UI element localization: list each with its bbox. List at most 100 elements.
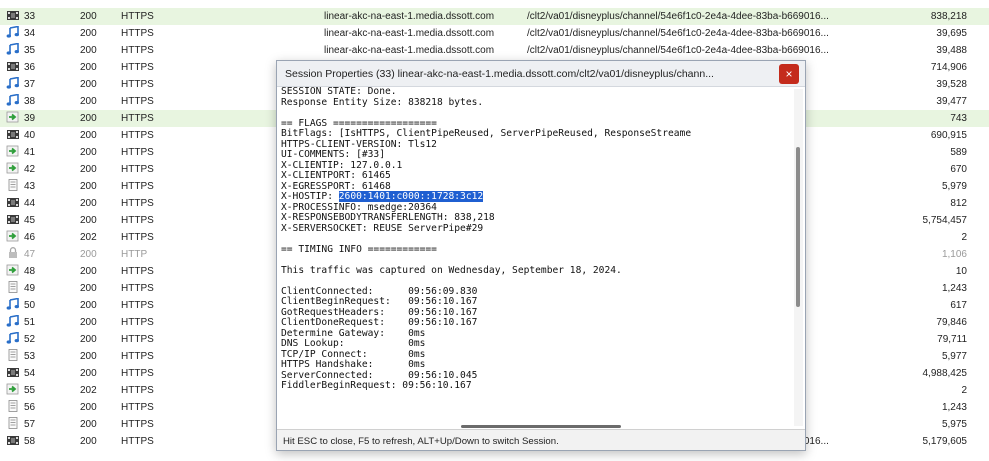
session-result: 200 [80, 368, 97, 379]
doc-icon [6, 399, 24, 416]
session-protocol: HTTPS [121, 147, 154, 158]
properties-line: == TIMING INFO ============ [281, 244, 786, 256]
session-result: 202 [80, 385, 97, 396]
arrow-icon [6, 263, 24, 280]
session-result: 200 [80, 436, 97, 447]
properties-line-text: GotRequestHeaders: 09:56:10.167 [281, 306, 478, 318]
properties-text-area[interactable]: SESSION STATE: Done. Response Entity Size… [277, 87, 805, 430]
doc-icon [6, 348, 24, 365]
session-protocol: HTTPS [121, 130, 154, 141]
properties-line-text: X-EGRESSPORT: 61468 [281, 180, 391, 192]
session-result: 200 [80, 266, 97, 277]
lock-icon [6, 246, 24, 263]
session-number: 49 [24, 283, 36, 294]
properties-line-text: SESSION STATE: Done. [281, 87, 397, 97]
session-result: 200 [80, 249, 97, 260]
session-protocol: HTTPS [121, 198, 154, 209]
session-body-size: 1,243 [941, 402, 967, 413]
session-number: 48 [24, 266, 36, 277]
horizontal-scroll-thumb[interactable] [461, 425, 621, 428]
dialog-title-bar[interactable]: Session Properties (33) linear-akc-na-ea… [277, 61, 805, 87]
properties-line-text: ClientDoneRequest: 09:56:10.167 [281, 317, 478, 328]
session-host: linear-akc-na-east-1.media.dssott.com [324, 45, 495, 56]
properties-line-text: X-CLIENTPORT: 61465 [281, 170, 391, 181]
session-body-size: 617 [950, 300, 967, 311]
properties-line-text: HTTPS-CLIENT-VERSION: Tls12 [281, 138, 437, 150]
doc-icon [6, 416, 24, 433]
audio-icon [6, 297, 24, 314]
session-number: 47 [24, 249, 36, 260]
session-result: 200 [80, 402, 97, 413]
session-row[interactable]: 34 200 HTTPS linear-akc-na-east-1.media.dss… [0, 25, 989, 42]
arrow-icon [6, 161, 24, 178]
session-number: 36 [24, 62, 36, 73]
session-body-size: 10 [955, 266, 967, 277]
video-icon [6, 59, 24, 76]
session-body-size: 743 [950, 113, 967, 124]
session-result: 200 [80, 215, 97, 226]
session-result: 200 [80, 96, 97, 107]
session-protocol: HTTPS [121, 232, 154, 243]
session-host: linear-akc-na-east-1.media.dssott.com [324, 28, 495, 39]
audio-icon [6, 331, 24, 348]
properties-line-text: DNS Lookup: 0ms [281, 338, 426, 349]
session-body-size: 2 [961, 385, 967, 396]
properties-line: This traffic was captured on Wednesday, … [281, 265, 786, 277]
session-protocol: HTTPS [121, 28, 154, 39]
session-number: 35 [24, 45, 36, 56]
audio-icon [6, 76, 24, 93]
close-icon: × [785, 67, 793, 81]
session-body-size: 589 [950, 147, 967, 158]
session-body-size: 5,979 [941, 181, 967, 192]
session-host: linear-akc-na-east-1.media.dssott.com [324, 11, 495, 22]
session-number: 44 [24, 198, 36, 209]
scroll-thumb[interactable] [796, 147, 800, 307]
session-result: 200 [80, 419, 97, 430]
arrow-icon [6, 110, 24, 127]
session-result: 200 [80, 130, 97, 141]
properties-line: X-SERVERSOCKET: REUSE ServerPipe#29 [281, 222, 786, 235]
dialog-status-text: Hit ESC to close, F5 to refresh, ALT+Up/… [283, 436, 559, 447]
session-protocol: HTTPS [121, 181, 154, 192]
session-number: 55 [24, 385, 36, 396]
session-protocol: HTTPS [121, 317, 154, 328]
doc-icon [6, 280, 24, 297]
session-row[interactable]: 35 200 HTTPS linear-akc-na-east-1.media.dss… [0, 42, 989, 59]
session-result: 200 [80, 147, 97, 158]
session-body-size: 1,243 [941, 283, 967, 294]
vertical-scrollbar[interactable] [794, 89, 803, 426]
video-icon [6, 195, 24, 212]
session-url: /clt2/va01/disneyplus/channel/54e6f1c0-2… [527, 45, 829, 56]
video-icon [6, 212, 24, 229]
session-protocol: HTTPS [121, 11, 154, 22]
session-number: 51 [24, 317, 36, 328]
session-body-size: 79,846 [936, 317, 967, 328]
properties-line-text: HTTPS Handshake: 0ms [281, 359, 426, 370]
properties-line-text: UI-COMMENTS: [#33] [281, 149, 385, 160]
session-number: 50 [24, 300, 36, 311]
session-protocol: HTTPS [121, 283, 154, 294]
session-body-size: 812 [950, 198, 967, 209]
properties-text[interactable]: SESSION STATE: Done. Response Entity Size… [281, 87, 786, 429]
audio-icon [6, 93, 24, 110]
session-result: 200 [80, 113, 97, 124]
session-body-size: 39,695 [936, 28, 967, 39]
session-number: 33 [24, 11, 36, 22]
session-result: 200 [80, 300, 97, 311]
close-button[interactable]: × [779, 64, 799, 84]
session-protocol: HTTPS [121, 79, 154, 90]
properties-line-text: X-SERVERSOCKET: REUSE ServerPipe#29 [281, 222, 484, 234]
properties-line-text: BitFlags: [IsHTTPS, ClientPipeReused, Se… [281, 128, 692, 139]
session-protocol: HTTPS [121, 96, 154, 107]
dialog-title: Session Properties (33) linear-akc-na-ea… [285, 68, 714, 80]
session-body-size: 5,754,457 [922, 215, 968, 226]
selected-host-ip[interactable]: 2600:1401:c000::1728:3c12 [338, 191, 484, 202]
audio-icon [6, 42, 24, 59]
video-icon [6, 127, 24, 144]
session-row[interactable]: 33 200 HTTPS linear-akc-na-east-1.media.dss… [0, 8, 989, 25]
horizontal-scrollbar[interactable] [281, 423, 786, 429]
session-protocol: HTTPS [121, 351, 154, 362]
session-result: 202 [80, 232, 97, 243]
session-result: 200 [80, 28, 97, 39]
session-properties-dialog[interactable]: Session Properties (33) linear-akc-na-ea… [276, 60, 806, 451]
